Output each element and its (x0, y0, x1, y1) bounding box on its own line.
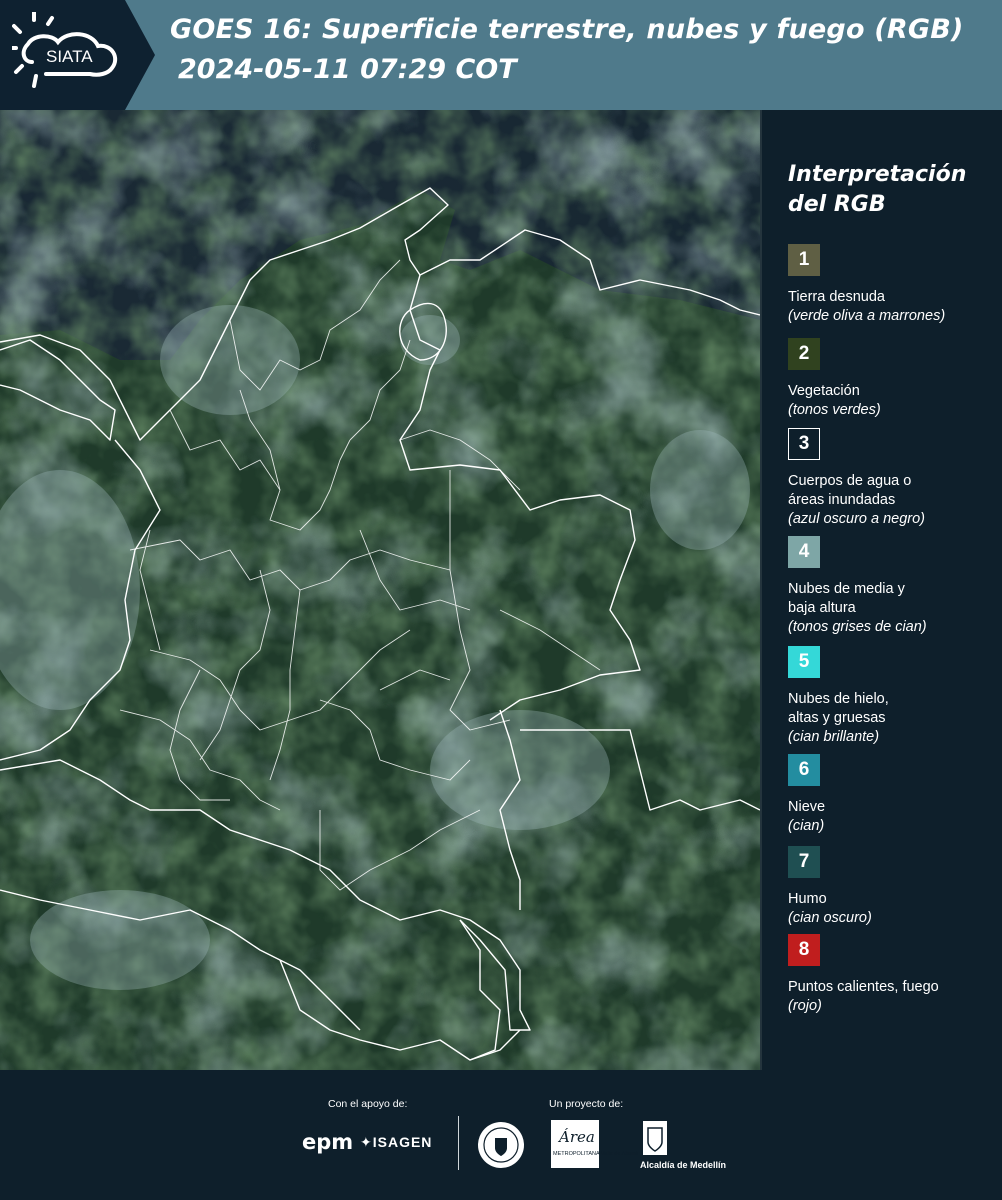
legend-swatch: 8 (788, 934, 820, 966)
legend-text: Nubes de hielo, altas y gruesas (cian bril… (788, 690, 1002, 747)
legend-sublabel: (rojo) (788, 998, 822, 1014)
legend-label: Nieve (788, 799, 826, 815)
area-metropolitana-logo: Área METROPOLITANA Valle de Aburrá (551, 1120, 638, 1168)
footer: Con el apoyo de: Un proyecto de: epm ✦IS… (0, 1070, 1002, 1200)
isagen-logo: ✦ISAGEN (360, 1134, 432, 1151)
legend-swatch: 4 (788, 536, 820, 568)
map-separator (760, 110, 762, 1070)
support-label: Con el apoyo de: (328, 1098, 408, 1110)
legend-swatch: 1 (788, 244, 820, 276)
project-label: Un proyecto de: (549, 1098, 624, 1110)
legend-title-line2: del RGB (788, 192, 886, 217)
legend-text: Puntos calientes, fuego (rojo) (788, 978, 1002, 1016)
legend-label: Humo (788, 891, 827, 907)
page-title: GOES 16: Superficie terrestre, nubes y f… (170, 14, 964, 45)
legend-label: Cuerpos de agua o (788, 473, 912, 489)
area-logo-word: Área (559, 1128, 595, 1146)
legend-sublabel: (tonos verdes) (788, 402, 881, 418)
legend-label: Tierra desnuda (788, 289, 885, 305)
legend-label: baja altura (788, 600, 856, 616)
rgb-legend: Interpretación del RGB 1 Tierra desnuda (v… (788, 160, 998, 1014)
legend-text: Vegetación (tonos verdes) (788, 382, 1002, 420)
medellin-seal-icon (478, 1122, 524, 1168)
legend-sublabel: (cian brillante) (788, 729, 880, 745)
siata-logo-icon: SIATA (12, 12, 118, 88)
satellite-map-icon (0, 110, 760, 1070)
legend-swatch: 2 (788, 338, 820, 370)
legend-sublabel: (cian) (788, 818, 825, 834)
legend-text: Tierra desnuda (verde oliva a marrones) (788, 288, 1002, 326)
legend-label: Nubes de media y (788, 581, 905, 597)
alcaldia-label: Alcaldía de Medellín (640, 1160, 727, 1170)
siata-logo-panel: SIATA (0, 0, 155, 110)
legend-title: Interpretación del RGB (788, 160, 988, 220)
legend-sublabel: (tonos grises de cian) (788, 619, 927, 635)
legend-swatch: 6 (788, 754, 820, 786)
legend-sublabel: (cian oscuro) (788, 910, 872, 926)
isagen-logo-text: ISAGEN (372, 1134, 433, 1150)
epm-logo: epm (302, 1130, 354, 1154)
legend-text: Nieve (cian) (788, 798, 1002, 836)
legend-swatch: 3 (788, 428, 820, 460)
legend-title-line1: Interpretación (788, 162, 967, 187)
isagen-star-icon: ✦ (360, 1134, 373, 1150)
page-datetime: 2024-05-11 07:29 COT (178, 54, 517, 85)
legend-swatch: 5 (788, 646, 820, 678)
legend-label: Vegetación (788, 383, 860, 399)
alcaldia-shield-icon (643, 1121, 667, 1155)
area-logo-subtitle: METROPOLITANA Valle de Aburrá (553, 1151, 639, 1157)
legend-label: Nubes de hielo, (788, 691, 889, 707)
legend-swatch: 7 (788, 846, 820, 878)
legend-sublabel: (verde oliva a marrones) (788, 308, 946, 324)
legend-sublabel: (azul oscuro a negro) (788, 511, 926, 527)
legend-text: Cuerpos de agua o áreas inundadas (azul os… (788, 472, 1002, 529)
legend-label: áreas inundadas (788, 492, 896, 508)
header-bar: SIATA GOES 16: Superficie terrestre, nub… (0, 0, 1002, 110)
siata-logo-text: SIATA (46, 47, 93, 66)
legend-text: Nubes de media y baja altura (tonos grises… (788, 580, 1002, 637)
footer-divider (458, 1116, 459, 1170)
legend-label: altas y gruesas (788, 710, 886, 726)
legend-text: Humo (cian oscuro) (788, 890, 1002, 928)
legend-label: Puntos calientes, fuego (788, 979, 939, 995)
satellite-map (0, 110, 760, 1070)
